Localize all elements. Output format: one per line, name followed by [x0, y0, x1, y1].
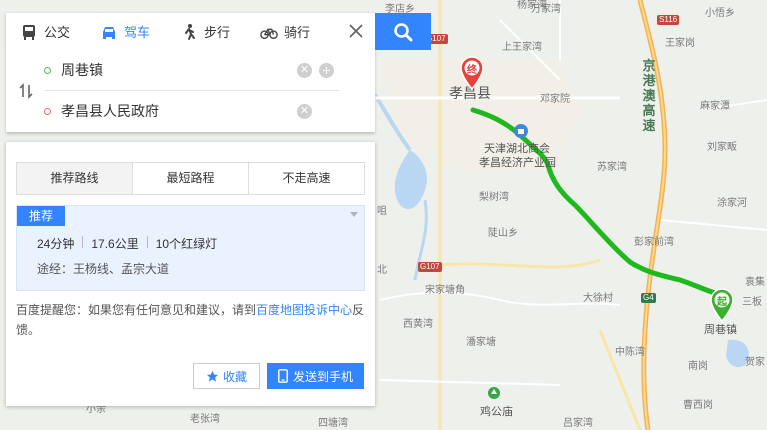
search-icon: [394, 22, 413, 41]
map-label: 袁集: [745, 277, 765, 288]
shopping-icon[interactable]: [513, 123, 529, 139]
poi-label: 鸡公庙: [480, 406, 513, 418]
swap-icon[interactable]: [18, 83, 34, 99]
save-button[interactable]: 收藏: [193, 363, 260, 389]
map-label: 麻家潭: [700, 101, 730, 112]
temple-icon[interactable]: [487, 386, 501, 402]
search-button[interactable]: [375, 13, 431, 50]
end-marker-label: 终: [467, 65, 477, 76]
end-field[interactable]: 孝昌县人民政府 ✕: [44, 91, 340, 131]
poi-label: 周巷镇: [704, 324, 737, 336]
feedback-notice: 百度提醒您：如果您有任何意见和建议，请到百度地图投诉中心反馈。: [16, 300, 368, 340]
bike-icon: [260, 28, 278, 39]
tab-no-highway[interactable]: 不走高速: [248, 163, 364, 194]
route-result-panel: 推荐路线 最短路程 不走高速 推荐 24分钟 17.6公里 10个红绿灯 途经：…: [6, 142, 375, 406]
tab-drive[interactable]: 驾车: [86, 13, 166, 50]
road-shield: S116: [657, 15, 680, 25]
tab-walk-label: 步行: [204, 25, 231, 40]
poi-label: 孝昌经济产业园: [479, 157, 556, 169]
tab-transit-label: 公交: [44, 25, 71, 40]
map-label: 潘家塘: [466, 337, 496, 348]
notice-text: 百度提醒您：如果您有任何意见和建议，请到: [16, 303, 257, 317]
end-marker[interactable]: 终: [459, 56, 485, 91]
map-label: 宋家塘角: [425, 285, 465, 296]
tab-shortest[interactable]: 最短路程: [132, 163, 248, 194]
plan-distance: 17.6公里: [91, 237, 139, 251]
start-field[interactable]: 周巷镇 ✕ +: [44, 50, 340, 91]
send-label: 发送到手机: [292, 369, 353, 384]
map-label: 吕家湾: [563, 418, 593, 429]
route-mode-bar: 公交 驾车 步行 骑行: [6, 13, 375, 50]
start-marker[interactable]: 起: [709, 288, 735, 323]
map-label: 邓家院: [540, 94, 570, 105]
walk-icon: [185, 23, 195, 40]
highway-label: 京港澳高速: [642, 58, 656, 133]
tab-bike-label: 骑行: [284, 25, 311, 40]
start-dot-icon: [44, 66, 51, 74]
map-label: 四塘湾: [318, 418, 348, 429]
complaint-center-link[interactable]: 百度地图投诉中心: [256, 303, 352, 317]
tab-bike[interactable]: 骑行: [246, 13, 326, 50]
tab-drive-label: 驾车: [124, 25, 151, 40]
map-label: 小悟乡: [705, 8, 735, 19]
start-marker-label: 起: [717, 297, 727, 308]
tab-recommended[interactable]: 推荐路线: [17, 163, 132, 194]
map-label: 涂家河: [717, 198, 747, 209]
map-label: 老张湾: [190, 414, 220, 425]
map-label: 南岗: [688, 361, 708, 372]
tab-transit[interactable]: 公交: [6, 13, 86, 50]
map-label: 彭家前湾: [634, 237, 674, 248]
map-label: 三板: [742, 297, 762, 308]
clear-end-icon[interactable]: ✕: [297, 103, 312, 119]
route-preference-tabs: 推荐路线 最短路程 不走高速: [16, 162, 365, 195]
send-to-phone-button[interactable]: 发送到手机: [267, 363, 364, 389]
map-label: 苏家湾: [597, 162, 627, 173]
map-label: 中陈湾: [615, 347, 645, 358]
map-label: 王家岗: [665, 38, 695, 49]
divider: [146, 236, 148, 248]
map-label: 万家湾: [531, 4, 561, 15]
plan-time: 24分钟: [37, 237, 75, 251]
end-dot-icon: [44, 107, 51, 115]
map-label: 上王家湾: [502, 42, 542, 53]
map-label: 陡山乡: [488, 228, 518, 239]
route-inputs: 周巷镇 ✕ + 孝昌县人民政府 ✕: [6, 50, 375, 132]
tab-walk[interactable]: 步行: [166, 13, 246, 50]
plan-lights: 10个红绿灯: [155, 237, 218, 251]
bus-icon: [23, 24, 35, 40]
road-shield: G4: [641, 293, 656, 303]
add-stop-icon[interactable]: +: [319, 62, 334, 78]
clear-start-icon[interactable]: ✕: [297, 62, 312, 78]
car-icon: [103, 26, 115, 39]
map-label: 刘家畈: [707, 142, 737, 153]
map-label: 曹西岗: [683, 400, 713, 411]
phone-icon: [278, 369, 288, 383]
plan-via: 途经：王杨线、孟宗大道: [37, 262, 170, 276]
map-label: 大徐村: [583, 293, 613, 304]
map-label: 贺家: [745, 357, 765, 368]
star-icon: [206, 370, 219, 382]
map-label: 北: [377, 265, 387, 276]
chevron-down-icon[interactable]: [350, 212, 358, 217]
poi-label: 天津湖北商会: [484, 143, 550, 155]
plan-tag: 推荐: [17, 206, 66, 226]
plan-stats: 24分钟 17.6公里 10个红绿灯: [37, 235, 217, 252]
save-label: 收藏: [222, 369, 247, 384]
map-label: 西黄湾: [403, 319, 433, 330]
route-plan-card[interactable]: 推荐 24分钟 17.6公里 10个红绿灯 途经：王杨线、孟宗大道: [16, 205, 365, 291]
divider: [82, 236, 84, 248]
road-shield: G107: [418, 262, 442, 272]
close-icon[interactable]: [347, 22, 365, 40]
map-label: 梨树湾: [479, 192, 509, 203]
map-label: 咀: [377, 206, 387, 217]
